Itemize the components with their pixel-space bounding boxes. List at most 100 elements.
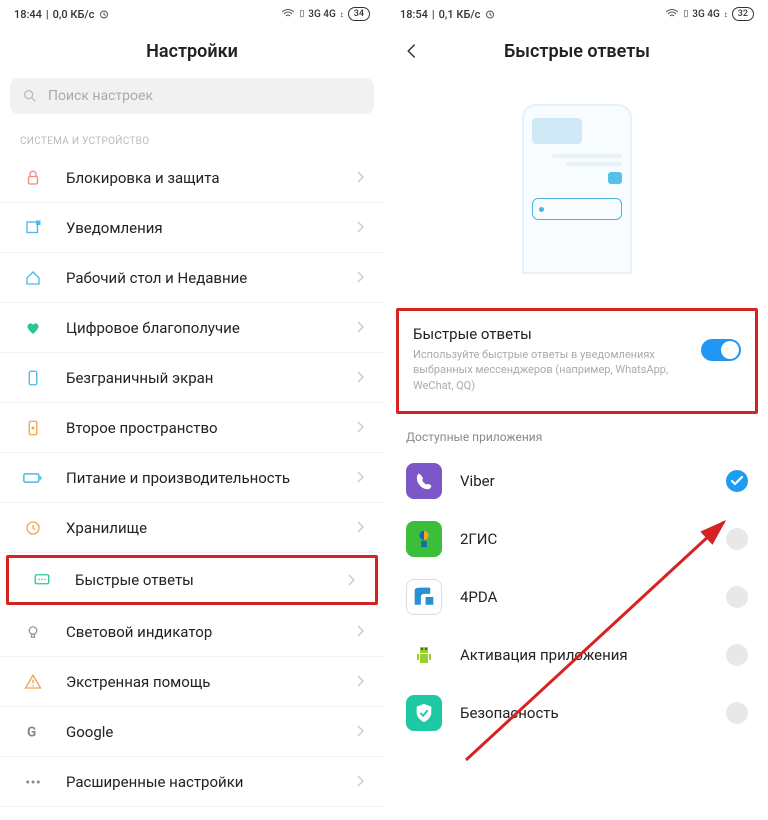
status-time: 18:44 <box>14 8 42 21</box>
settings-fullscreen[interactable]: Безграничный экран <box>0 353 384 403</box>
search-icon <box>22 88 38 104</box>
settings-quick-replies[interactable]: Быстрые ответы <box>6 555 378 605</box>
chevron-right-icon <box>356 268 364 287</box>
row-label: Блокировка и защита <box>66 169 219 187</box>
app-checkbox[interactable] <box>726 702 748 724</box>
app-checkbox[interactable] <box>726 644 748 666</box>
chevron-right-icon <box>356 368 364 387</box>
status-signals: 3G 4G <box>692 9 719 20</box>
status-battery: 32 <box>732 7 754 21</box>
settings-lock[interactable]: Блокировка и защита <box>0 153 384 203</box>
chevron-right-icon <box>356 518 364 537</box>
row-label: Безграничный экран <box>66 369 213 387</box>
toggle-description: Используйте быстрые ответы в уведомления… <box>413 347 693 393</box>
app-viber[interactable]: Viber <box>386 452 768 510</box>
settings-home-recents[interactable]: Рабочий стол и Недавние <box>0 253 384 303</box>
notif-icon <box>20 219 46 237</box>
app-label: Активация приложения <box>460 646 628 664</box>
bulb-icon <box>20 623 46 641</box>
row-label: Расширенные настройки <box>66 773 243 791</box>
lock2-icon <box>20 419 46 437</box>
settings-advanced[interactable]: Расширенные настройки <box>0 757 384 807</box>
app-icon <box>406 579 442 615</box>
app-checkbox[interactable] <box>726 586 748 608</box>
app-label: 4PDA <box>460 588 497 606</box>
quick-replies-toggle[interactable] <box>701 339 741 361</box>
app-security[interactable]: Безопасность <box>386 684 768 742</box>
section-header: СИСТЕМА И УСТРОЙСТВО <box>0 122 384 153</box>
alarm-icon <box>98 8 110 20</box>
header: Настройки <box>0 28 384 74</box>
g-icon: G <box>20 723 46 741</box>
row-label: Экстренная помощь <box>66 673 210 691</box>
warn-icon <box>20 673 46 691</box>
alarm-icon <box>484 8 496 20</box>
app-label: 2ГИС <box>460 530 497 548</box>
chevron-right-icon <box>356 418 364 437</box>
page-title: Быстрые ответы <box>504 41 650 62</box>
app-icon <box>406 521 442 557</box>
settings-battery-perf[interactable]: Питание и производительность <box>0 453 384 503</box>
settings-list: Блокировка и защита Уведомления Рабочий … <box>0 153 384 820</box>
page-title: Настройки <box>146 41 238 62</box>
status-net: 0,1 КБ/с <box>439 8 481 21</box>
batt-icon <box>20 471 46 485</box>
wifi-icon <box>281 9 295 19</box>
chevron-left-icon <box>403 42 421 60</box>
row-label: Уведомления <box>66 219 163 237</box>
app-activation[interactable]: Активация приложения <box>386 626 768 684</box>
back-button[interactable] <box>400 39 424 63</box>
status-signals: 3G 4G <box>308 9 335 20</box>
settings-led[interactable]: Световой индикатор <box>0 607 384 657</box>
search-placeholder: Поиск настроек <box>48 88 153 104</box>
app-icon <box>406 637 442 673</box>
search-input[interactable]: Поиск настроек <box>10 78 374 114</box>
app-4pda[interactable]: 4PDA <box>386 568 768 626</box>
app-label: Безопасность <box>460 704 559 722</box>
chevron-right-icon <box>356 622 364 641</box>
chevron-right-icon <box>356 722 364 741</box>
settings-storage[interactable]: Хранилище <box>0 503 384 553</box>
dots-icon <box>20 773 46 791</box>
chevron-right-icon <box>356 318 364 337</box>
app-checkbox[interactable] <box>726 470 748 492</box>
app-checkbox[interactable] <box>726 528 748 550</box>
row-label: Второе пространство <box>66 419 218 437</box>
settings-notifications[interactable]: Уведомления <box>0 203 384 253</box>
status-bar: 18:54 | 0,1 КБ/с ▯ 3G 4G ↕ 32 <box>386 0 768 28</box>
wifi-icon <box>665 9 679 19</box>
quick-replies-screen: 18:54 | 0,1 КБ/с ▯ 3G 4G ↕ 32 Быстрые от… <box>384 0 768 820</box>
chevron-right-icon <box>356 468 364 487</box>
row-label: Рабочий стол и Недавние <box>66 269 247 287</box>
app-label: Viber <box>460 472 495 490</box>
app-icon <box>406 695 442 731</box>
header: Быстрые ответы <box>386 28 768 74</box>
app-2gis[interactable]: 2ГИС <box>386 510 768 568</box>
settings-second-space[interactable]: Второе пространство <box>0 403 384 453</box>
chevron-right-icon <box>356 772 364 791</box>
row-label: Быстрые ответы <box>75 571 194 589</box>
status-bar: 18:44 | 0,0 КБ/с ▯ 3G 4G ↕ 34 <box>0 0 384 28</box>
store-icon <box>20 519 46 537</box>
chevron-right-icon <box>356 168 364 187</box>
status-time: 18:54 <box>400 8 428 21</box>
lock-icon <box>20 169 46 187</box>
heart-icon <box>20 319 46 337</box>
toggle-title: Быстрые ответы <box>413 325 693 343</box>
available-apps-header: Доступные приложения <box>386 426 768 452</box>
settings-screen: 18:44 | 0,0 КБ/с ▯ 3G 4G ↕ 34 Настройки … <box>0 0 384 820</box>
status-battery: 34 <box>348 7 370 21</box>
chevron-right-icon <box>356 218 364 237</box>
illustration <box>386 74 768 302</box>
settings-wellbeing[interactable]: Цифровое благополучие <box>0 303 384 353</box>
quick-replies-toggle-card: Быстрые ответы Используйте быстрые ответ… <box>396 308 758 414</box>
chevron-right-icon <box>356 672 364 691</box>
status-net: 0,0 КБ/с <box>53 8 95 21</box>
home-icon <box>20 269 46 287</box>
row-label: Световой индикатор <box>66 623 212 641</box>
app-list: Viber 2ГИС 4PDA Активация приложения Без… <box>386 452 768 742</box>
settings-sos[interactable]: Экстренная помощь <box>0 657 384 707</box>
app-icon <box>406 463 442 499</box>
settings-google[interactable]: G Google <box>0 707 384 757</box>
row-label: Хранилище <box>66 519 147 537</box>
